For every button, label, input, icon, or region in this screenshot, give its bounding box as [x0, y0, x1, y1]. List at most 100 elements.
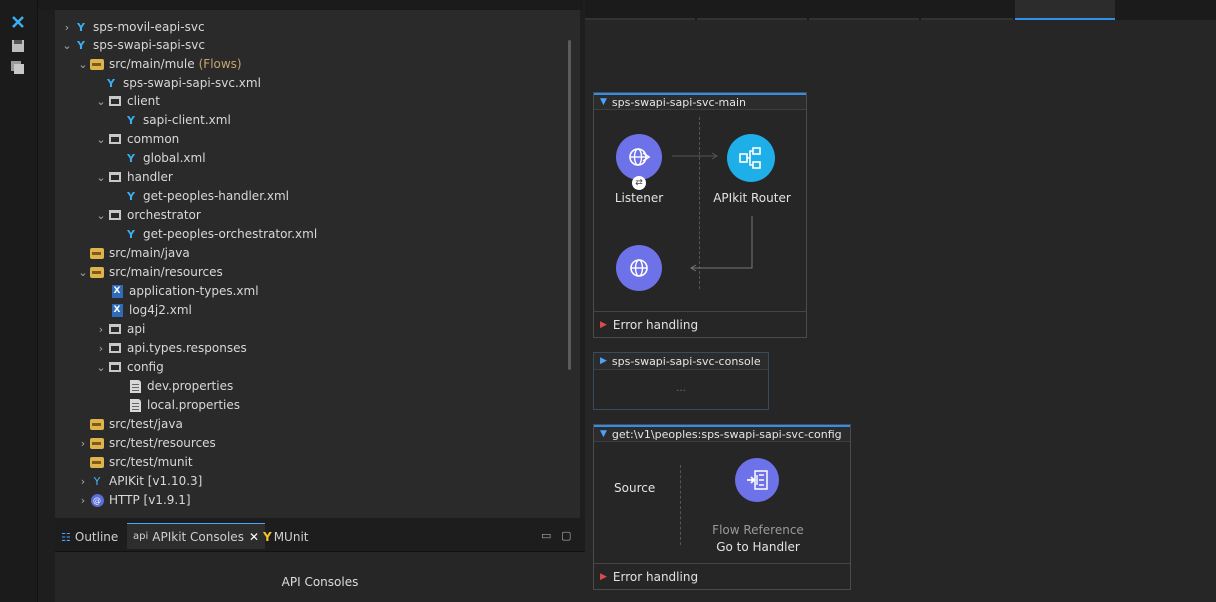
chevron-right-icon[interactable]: ›	[94, 323, 108, 336]
tree-item[interactable]: ⌄ src/main/resources	[76, 263, 222, 281]
error-handling-label: Error handling	[612, 317, 699, 332]
chevron-down-icon[interactable]: ⌄	[76, 58, 90, 71]
properties-file-icon	[128, 379, 142, 393]
apikit-router-node[interactable]	[727, 134, 775, 182]
tree-item[interactable]: › Y sps-movil-eapi-svc	[60, 18, 205, 36]
tree-item[interactable]: src/test/java	[90, 415, 183, 433]
chevron-down-icon[interactable]: ⌄	[94, 209, 108, 222]
tree-item[interactable]: › api.types.responses	[94, 339, 247, 357]
flow-console[interactable]: ▶ sps-swapi-sapi-svc-console ...	[593, 352, 769, 410]
tab-munit[interactable]: Y MUnit	[263, 527, 308, 547]
tree-item[interactable]: dev.properties	[128, 377, 233, 395]
tree-item[interactable]: X application-types.xml	[110, 282, 259, 300]
tree-item[interactable]: ⌄ src/main/mule (Flows)	[76, 55, 242, 73]
chevron-down-icon[interactable]: ⌄	[94, 95, 108, 108]
chevron-down-icon[interactable]: ⌄	[60, 39, 74, 52]
tree-item-label: sapi-client.xml	[143, 113, 231, 127]
flow-main[interactable]: ▼ sps-swapi-sapi-svc-main ⇄ Listener API…	[593, 92, 807, 338]
tree-item-label: global.xml	[143, 151, 206, 165]
tree-item[interactable]: › src/test/resources	[76, 434, 216, 452]
error-handling-section[interactable]: ▶ Error handling	[594, 563, 850, 589]
tree-item[interactable]: › @ HTTP [v1.9.1]	[76, 491, 191, 509]
listener-response-node[interactable]	[616, 245, 662, 291]
editor-tab[interactable]	[809, 0, 919, 20]
chevron-right-icon[interactable]: ›	[76, 494, 90, 507]
package-icon	[108, 170, 122, 184]
flows-suffix: (Flows)	[198, 57, 242, 71]
editor-tab[interactable]	[921, 0, 1013, 20]
tree-item[interactable]: › api	[94, 320, 146, 338]
chevron-down-icon[interactable]: ⌄	[94, 133, 108, 146]
collapsed-ellipsis: ...	[676, 383, 686, 394]
tree-item[interactable]: Y sapi-client.xml	[124, 111, 231, 129]
tree-item[interactable]: X log4j2.xml	[110, 301, 192, 319]
flow-reference-node[interactable]	[735, 458, 779, 502]
mule-file-icon: Y	[127, 113, 135, 127]
tree-item[interactable]: › Y APIKit [v1.10.3]	[76, 472, 203, 490]
editor-tab[interactable]	[585, 0, 695, 20]
flow-title: sps-swapi-sapi-svc-console	[611, 354, 761, 368]
mule-file-icon: Y	[127, 189, 135, 203]
tab-apikit-consoles[interactable]: api APIkit Consoles ✕	[127, 523, 266, 549]
package-icon	[108, 208, 122, 222]
close-x-icon[interactable]	[10, 14, 26, 30]
tree-item[interactable]: src/test/munit	[90, 453, 193, 471]
tree-item[interactable]: ⌄ Y sps-swapi-sapi-svc	[60, 36, 205, 54]
chevron-right-icon[interactable]: ›	[76, 437, 90, 450]
package-explorer: › Y sps-movil-eapi-svc ⌄ Y sps-swapi-sap…	[55, 10, 580, 518]
save-all-icon[interactable]	[10, 60, 26, 76]
tree-item-label: common	[127, 132, 180, 146]
tree-item[interactable]: ⌄ handler	[94, 168, 172, 186]
expand-triangle-icon[interactable]: ▼	[600, 429, 607, 439]
minimize-icon[interactable]: ▭	[541, 529, 551, 542]
bottom-tabbar: ☷ Outline api APIkit Consoles ✕ Y MUnit …	[55, 518, 585, 552]
expand-triangle-icon[interactable]: ▶	[600, 572, 607, 582]
chevron-down-icon[interactable]: ⌄	[94, 171, 108, 184]
source-divider	[680, 465, 681, 545]
editor-tab[interactable]	[697, 0, 807, 20]
explorer-titlebar	[38, 0, 583, 10]
explorer-scrollbar[interactable]	[568, 40, 571, 370]
maximize-icon[interactable]: ▢	[561, 529, 571, 542]
tree-item-label: src/test/java	[109, 417, 183, 431]
error-handling-section[interactable]: ▶ Error handling	[594, 311, 806, 337]
tab-label: Outline	[74, 530, 119, 544]
flow-get-peoples[interactable]: ▼ get:\v1\peoples:sps-swapi-sapi-svc-con…	[593, 424, 851, 590]
source-folder-icon	[90, 436, 104, 450]
close-icon[interactable]: ✕	[249, 530, 259, 544]
listener-node[interactable]	[616, 134, 662, 180]
flow-header[interactable]: ▼ get:\v1\peoples:sps-swapi-sapi-svc-con…	[594, 425, 850, 442]
save-icon[interactable]	[10, 38, 26, 54]
expand-triangle-icon[interactable]: ▶	[600, 320, 607, 330]
tree-item[interactable]: Y get-peoples-handler.xml	[124, 187, 289, 205]
expand-triangle-icon[interactable]: ▶	[600, 356, 607, 366]
mule-project-icon: Y	[77, 38, 85, 52]
chevron-right-icon[interactable]: ›	[60, 21, 74, 34]
tree-item[interactable]: ⌄ config	[94, 358, 163, 376]
tab-outline[interactable]: ☷ Outline	[61, 527, 118, 547]
tree-item-label: orchestrator	[127, 208, 201, 222]
bottom-panel: ☷ Outline api APIkit Consoles ✕ Y MUnit …	[55, 518, 585, 602]
flow-connectors	[672, 152, 753, 272]
flow-reference-icon	[747, 470, 768, 490]
tree-item[interactable]: ⌄ client	[94, 92, 160, 110]
flow-title: get:\v1\peoples:sps-swapi-sapi-svc-confi…	[611, 427, 842, 441]
tree-item[interactable]: Y sps-swapi-sapi-svc.xml	[104, 74, 261, 92]
flow-reference-name: Go to Handler	[716, 540, 800, 554]
editor-tab-active[interactable]	[1015, 0, 1115, 20]
tree-item-label: sps-swapi-sapi-svc.xml	[123, 76, 261, 90]
chevron-right-icon[interactable]: ›	[76, 475, 90, 488]
tree-item-label: sps-swapi-sapi-svc	[93, 38, 205, 52]
tree-item[interactable]: local.properties	[128, 396, 240, 414]
flow-header[interactable]: ▶ sps-swapi-sapi-svc-console	[594, 353, 768, 370]
tree-item[interactable]: Y global.xml	[124, 149, 206, 167]
tree-item[interactable]: ⌄ common	[94, 130, 179, 148]
tree-item[interactable]: src/main/java	[90, 244, 190, 262]
chevron-right-icon[interactable]: ›	[94, 342, 108, 355]
tree-item[interactable]: ⌄ orchestrator	[94, 206, 201, 224]
router-label: APIkit Router	[713, 191, 791, 205]
tree-item[interactable]: Y get-peoples-orchestrator.xml	[124, 225, 317, 243]
chevron-down-icon[interactable]: ⌄	[94, 361, 108, 374]
outline-icon: ☷	[61, 530, 71, 544]
chevron-down-icon[interactable]: ⌄	[76, 266, 90, 279]
